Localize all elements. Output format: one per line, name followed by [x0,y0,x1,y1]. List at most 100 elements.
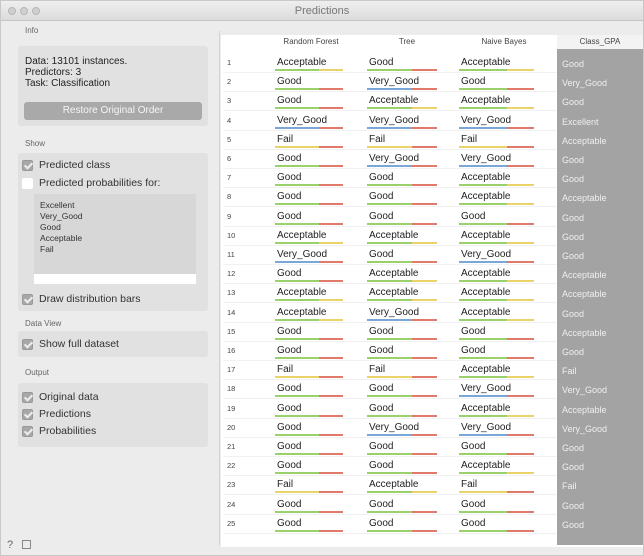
prediction-cell[interactable]: Acceptable [459,402,547,418]
prediction-cell[interactable]: Good [459,210,547,226]
prediction-cell[interactable]: Good [367,210,449,226]
panel-divider[interactable] [219,31,220,545]
prediction-cell[interactable]: Acceptable [459,306,547,322]
prediction-cell[interactable]: Very_Good [367,114,449,130]
help-icon[interactable]: ? [7,539,13,551]
prediction-cell[interactable]: Fail [275,363,355,379]
prediction-cell[interactable]: Very_Good [367,306,449,322]
prediction-cell[interactable]: Good [275,402,355,418]
prediction-cell[interactable]: Good [275,344,355,360]
prediction-cell[interactable]: Good [275,171,355,187]
prediction-cell[interactable]: Fail [459,478,547,494]
predicted-class-checkbox[interactable]: Predicted class [22,157,110,173]
prediction-cell[interactable]: Good [367,325,449,341]
prediction-cell[interactable]: Good [367,56,449,72]
prediction-cell[interactable]: Very_Good [459,248,547,264]
prediction-cell[interactable]: Acceptable [459,267,547,283]
column-header-tree[interactable]: Tree [367,37,447,46]
predicted-probabilities-checkbox[interactable]: Predicted probabilities for: [22,175,160,191]
prediction-cell[interactable]: Good [459,75,547,91]
prediction-cell[interactable]: Good [367,382,449,398]
prediction-cell[interactable]: Good [275,325,355,341]
prediction-cell[interactable]: Acceptable [275,229,355,245]
prediction-cell[interactable]: Good [275,440,355,456]
prediction-cell[interactable]: Good [367,190,449,206]
prediction-cell[interactable]: Acceptable [459,363,547,379]
prediction-cell[interactable]: Acceptable [367,94,449,110]
column-header-class-gpa[interactable]: Class_GPA [557,35,643,49]
prediction-cell[interactable]: Very_Good [459,421,547,437]
prediction-cell[interactable]: Good [367,402,449,418]
prediction-cell[interactable]: Acceptable [459,190,547,206]
prediction-cell[interactable]: Very_Good [367,421,449,437]
prediction-cell[interactable]: Acceptable [367,286,449,302]
prediction-cell[interactable]: Acceptable [459,229,547,245]
prediction-cell[interactable]: Acceptable [367,267,449,283]
prediction-cell[interactable]: Acceptable [459,171,547,187]
prediction-cell[interactable]: Good [275,459,355,475]
prediction-cell[interactable]: Acceptable [459,459,547,475]
column-header-naive-bayes[interactable]: Naive Bayes [459,37,549,46]
prediction-cell[interactable]: Very_Good [275,114,355,130]
class-gpa-cell: Good [562,462,585,473]
prediction-cell[interactable]: Good [459,498,547,514]
prediction-cell[interactable]: Good [275,382,355,398]
prediction-cell[interactable]: Good [275,210,355,226]
prediction-cell[interactable]: Very_Good [459,152,547,168]
class-option[interactable]: Fail [40,244,54,254]
prediction-cell[interactable]: Acceptable [275,286,355,302]
prediction-cell[interactable]: Good [275,421,355,437]
class-option[interactable]: Excellent [40,200,75,210]
prediction-cell[interactable]: Good [459,325,547,341]
probabilities-checkbox[interactable]: Probabilities [22,423,96,439]
prediction-cell[interactable]: Good [367,498,449,514]
restore-original-order-button[interactable]: Restore Original Order [24,102,202,120]
prediction-cell[interactable]: Fail [275,133,355,149]
prediction-cell[interactable]: Good [275,94,355,110]
class-option[interactable]: Good [40,222,61,232]
prediction-cell[interactable]: Fail [275,478,355,494]
draw-distribution-bars-checkbox[interactable]: Draw distribution bars [22,291,141,307]
prediction-cell[interactable]: Very_Good [367,75,449,91]
prediction-cell[interactable]: Acceptable [367,229,449,245]
prediction-cell[interactable]: Good [275,267,355,283]
column-header-random-forest[interactable]: Random Forest [267,37,355,46]
row-index: 4 [227,115,232,125]
prediction-cell[interactable]: Acceptable [275,306,355,322]
prediction-cell[interactable]: Good [367,517,449,533]
prediction-cell[interactable]: Good [459,344,547,360]
prediction-cell[interactable]: Good [275,152,355,168]
prediction-cell[interactable]: Good [367,171,449,187]
prediction-cell[interactable]: Good [367,344,449,360]
prediction-cell[interactable]: Good [367,248,449,264]
prediction-cell[interactable]: Good [459,440,547,456]
distribution-bar [507,472,534,475]
prediction-cell[interactable]: Very_Good [275,248,355,264]
prediction-cell[interactable]: Fail [367,133,449,149]
predictions-checkbox[interactable]: Predictions [22,406,91,422]
prediction-cell[interactable]: Very_Good [459,382,547,398]
prediction-cell[interactable]: Acceptable [459,94,547,110]
prediction-cell[interactable]: Good [367,459,449,475]
original-data-checkbox[interactable]: Original data [22,389,99,405]
prediction-cell[interactable]: Very_Good [459,114,547,130]
class-probability-list[interactable]: Excellent Very_Good Good Acceptable Fail [34,194,196,274]
class-option[interactable]: Acceptable [40,233,82,243]
prediction-cell[interactable]: Good [367,440,449,456]
prediction-cell[interactable]: Good [459,517,547,533]
prediction-cell[interactable]: Acceptable [275,56,355,72]
prediction-cell[interactable]: Good [275,190,355,206]
distribution-bar [367,433,413,436]
prediction-cell[interactable]: Good [275,75,355,91]
prediction-cell[interactable]: Very_Good [367,152,449,168]
prediction-cell[interactable]: Fail [367,363,449,379]
class-option[interactable]: Very_Good [40,211,83,221]
prediction-cell[interactable]: Fail [459,133,547,149]
prediction-cell[interactable]: Good [275,498,355,514]
prediction-cell[interactable]: Acceptable [367,478,449,494]
show-full-dataset-checkbox[interactable]: Show full dataset [22,336,119,352]
report-icon[interactable] [22,540,32,549]
prediction-cell[interactable]: Acceptable [459,56,547,72]
prediction-cell[interactable]: Acceptable [459,286,547,302]
prediction-cell[interactable]: Good [275,517,355,533]
